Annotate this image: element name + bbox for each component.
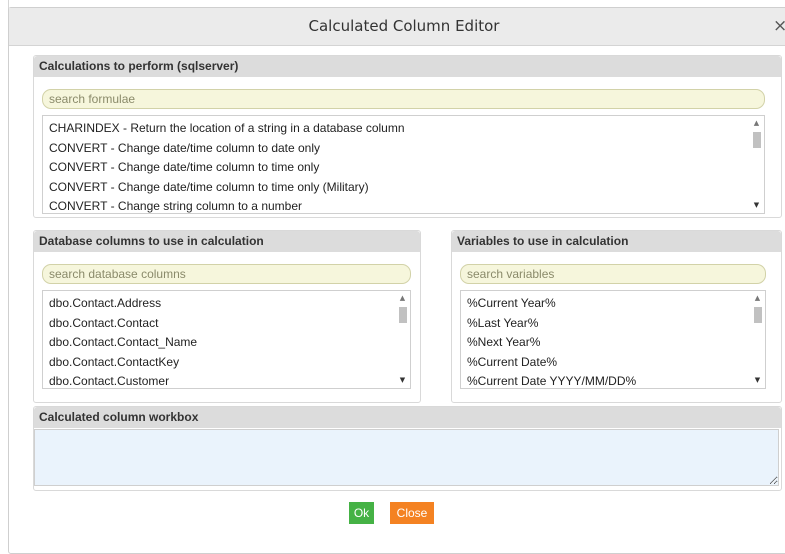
- formula-item[interactable]: CONVERT - Change date/time column to dat…: [49, 139, 764, 159]
- column-item[interactable]: dbo.Contact.Contact_Name: [49, 333, 410, 353]
- column-item[interactable]: dbo.Contact.ContactKey: [49, 353, 410, 373]
- columns-panel-header: Database columns to use in calculation: [34, 231, 420, 252]
- formula-search-input[interactable]: [42, 89, 765, 109]
- variables-panel: Variables to use in calculation %Current…: [451, 230, 782, 403]
- column-item[interactable]: dbo.Contact.Contact: [49, 314, 410, 334]
- column-list-scrollbar[interactable]: ▲ ▼: [395, 291, 410, 388]
- formula-item[interactable]: CONVERT - Change string column to a numb…: [49, 197, 764, 213]
- variable-list[interactable]: %Current Year% %Last Year% %Next Year% %…: [460, 290, 766, 389]
- scroll-down-icon[interactable]: ▼: [750, 374, 765, 387]
- formula-list[interactable]: CHARINDEX - Return the location of a str…: [42, 115, 765, 214]
- variable-list-scrollbar[interactable]: ▲ ▼: [750, 291, 765, 388]
- formula-list-scrollbar[interactable]: ▲ ▼: [749, 116, 764, 213]
- scroll-up-icon[interactable]: ▲: [749, 117, 764, 130]
- formula-item[interactable]: CONVERT - Change date/time column to tim…: [49, 178, 764, 198]
- close-icon[interactable]: ×: [773, 8, 785, 45]
- dialog-title: Calculated Column Editor: [308, 17, 500, 35]
- variable-item[interactable]: %Current Year%: [467, 294, 765, 314]
- column-item[interactable]: dbo.Contact.Customer: [49, 372, 410, 388]
- scroll-down-icon[interactable]: ▼: [395, 374, 410, 387]
- variable-item[interactable]: %Current Date%: [467, 353, 765, 373]
- formula-item[interactable]: CHARINDEX - Return the location of a str…: [49, 119, 764, 139]
- variable-item[interactable]: %Next Year%: [467, 333, 765, 353]
- scroll-thumb[interactable]: [753, 132, 761, 148]
- calculated-column-editor-dialog: Calculated Column Editor × Calculations …: [8, 7, 785, 554]
- scroll-thumb[interactable]: [399, 307, 407, 323]
- columns-panel: Database columns to use in calculation d…: [33, 230, 421, 403]
- scroll-down-icon[interactable]: ▼: [749, 199, 764, 212]
- variable-search-input[interactable]: [460, 264, 766, 284]
- variable-item[interactable]: %Current Date YYYY/MM/DD%: [467, 372, 765, 388]
- scroll-up-icon[interactable]: ▲: [750, 292, 765, 305]
- column-item[interactable]: dbo.Contact.Address: [49, 294, 410, 314]
- ok-button[interactable]: Ok: [349, 502, 374, 524]
- workbox-panel-header: Calculated column workbox: [34, 407, 781, 428]
- workbox-panel: Calculated column workbox: [33, 406, 782, 491]
- column-list[interactable]: dbo.Contact.Address dbo.Contact.Contact …: [42, 290, 411, 389]
- formulas-panel-header: Calculations to perform (sqlserver): [34, 56, 781, 77]
- scroll-up-icon[interactable]: ▲: [395, 292, 410, 305]
- variable-item[interactable]: %Last Year%: [467, 314, 765, 334]
- close-button[interactable]: Close: [390, 502, 434, 524]
- formulas-panel: Calculations to perform (sqlserver) CHAR…: [33, 55, 782, 218]
- variables-panel-header: Variables to use in calculation: [452, 231, 781, 252]
- background-page: [0, 0, 785, 6]
- dialog-titlebar: Calculated Column Editor ×: [9, 8, 785, 46]
- calculated-column-workbox[interactable]: [34, 429, 779, 486]
- column-search-input[interactable]: [42, 264, 411, 284]
- scroll-thumb[interactable]: [754, 307, 762, 323]
- formula-item[interactable]: CONVERT - Change date/time column to tim…: [49, 158, 764, 178]
